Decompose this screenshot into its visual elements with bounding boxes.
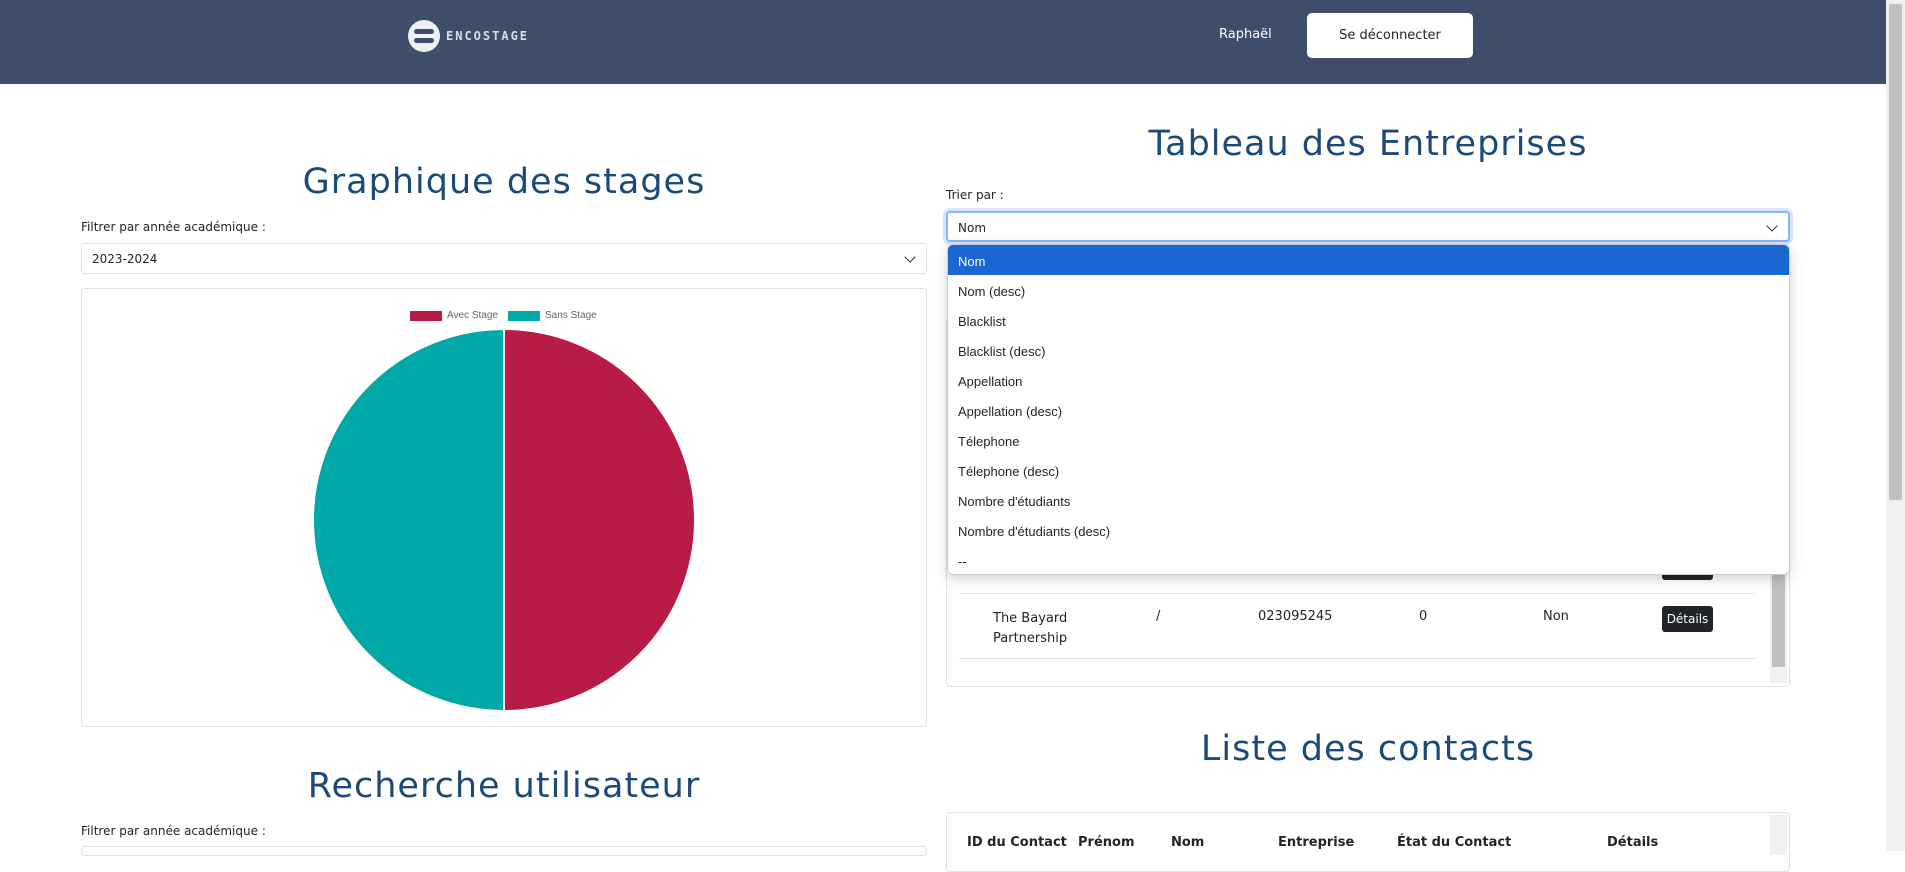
sort-select-value: Nom [958, 221, 987, 235]
contacts-header-state: État du Contact [1397, 835, 1512, 850]
row-divider [959, 593, 1755, 594]
contacts-table [946, 812, 1790, 872]
contacts-header-details: Détails [1607, 835, 1659, 850]
contacts-header-lastname: Nom [1171, 835, 1205, 850]
stats-filter-label: Filtrer par année académique : [81, 220, 266, 234]
navbar: ENCOSTAGE Raphaël Se déconnecter [0, 0, 1886, 84]
sort-option[interactable]: Appellation [948, 365, 1789, 395]
sort-option[interactable]: -- [948, 545, 1789, 574]
table-scrollbar[interactable] [1770, 565, 1787, 683]
page-scrollbar[interactable] [1886, 0, 1905, 851]
sort-option[interactable]: Télephone (desc) [948, 455, 1789, 485]
logo[interactable]: ENCOSTAGE [408, 20, 529, 52]
stats-title: Graphique des stages [302, 162, 706, 202]
company-name-line1: The Bayard [993, 611, 1068, 626]
chevron-down-icon [1766, 220, 1778, 232]
logout-button[interactable]: Se déconnecter [1307, 13, 1473, 58]
details-button[interactable]: Détails [1662, 606, 1713, 632]
contacts-header-company: Entreprise [1278, 835, 1355, 850]
contacts-header-firstname: Prénom [1078, 835, 1135, 850]
company-name-line2: Partnership [993, 631, 1068, 646]
company-students: 0 [1419, 609, 1428, 624]
user-name: Raphaël [1219, 27, 1272, 42]
companies-title: Tableau des Entreprises [1148, 124, 1588, 164]
sort-option[interactable]: Nom (desc) [948, 275, 1789, 305]
logo-text: ENCOSTAGE [446, 29, 530, 43]
contacts-scrollbar[interactable] [1770, 815, 1787, 855]
sort-option[interactable]: Télephone [948, 425, 1789, 455]
table-scrollbar-thumb[interactable] [1772, 569, 1785, 667]
sort-option[interactable]: Nom [948, 245, 1789, 275]
user-search-title: Recherche utilisateur [307, 766, 701, 806]
stats-year-select[interactable]: 2023-2024 [81, 243, 927, 274]
page-scrollbar-thumb[interactable] [1889, 4, 1902, 500]
pie-slice-avec-stage[interactable] [503, 327, 696, 713]
company-phone: 023095245 [1258, 609, 1333, 624]
sort-option[interactable]: Blacklist (desc) [948, 335, 1789, 365]
sort-option[interactable]: Nombre d'étudiants (desc) [948, 515, 1789, 545]
pie-chart [312, 327, 696, 713]
contacts-title: Liste des contacts [1200, 729, 1536, 769]
sort-option[interactable]: Blacklist [948, 305, 1789, 335]
user-search-filter-label: Filtrer par année académique : [81, 824, 266, 838]
sort-select[interactable]: Nom [946, 211, 1790, 242]
stats-year-value: 2023-2024 [92, 252, 158, 266]
sort-dropdown-list: Nom Nom (desc) Blacklist Blacklist (desc… [947, 244, 1790, 575]
row-divider [959, 658, 1755, 659]
chevron-down-icon [904, 251, 916, 263]
contacts-header-id: ID du Contact [967, 835, 1067, 850]
company-blacklisted: Non [1543, 609, 1569, 624]
sort-option[interactable]: Appellation (desc) [948, 395, 1789, 425]
company-appellation: / [1156, 609, 1161, 624]
pie-slice-sans-stage[interactable] [312, 327, 505, 713]
sort-option[interactable]: Nombre d'étudiants [948, 485, 1789, 515]
sort-label: Trier par : [946, 188, 1004, 202]
user-search-year-select[interactable] [81, 846, 927, 856]
logo-icon [408, 20, 440, 52]
company-name: The Bayard Partnership [993, 609, 1067, 649]
